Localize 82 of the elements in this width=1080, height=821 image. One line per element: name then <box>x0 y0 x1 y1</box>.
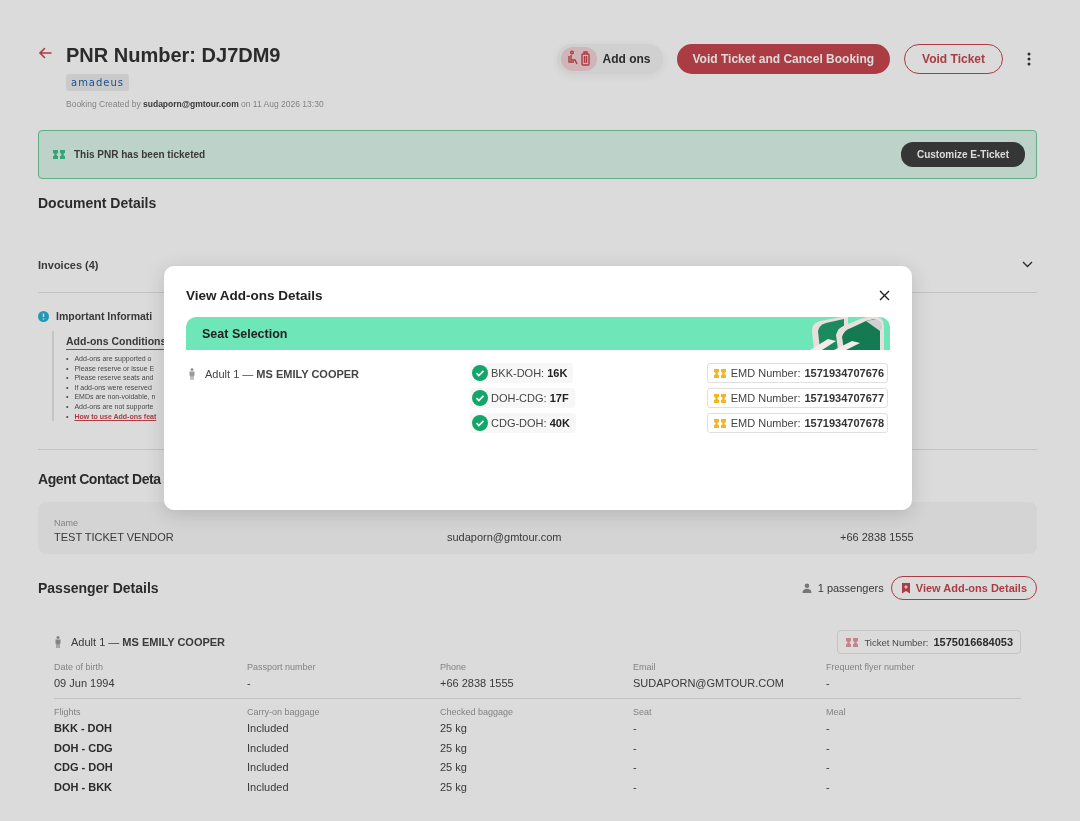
back-arrow-icon <box>38 47 52 59</box>
ticket-number: 1575016684053 <box>933 636 1013 648</box>
table-cell-text: Included <box>247 761 290 775</box>
ticket-icon <box>712 417 727 429</box>
table-cell-text: Included <box>247 741 290 756</box>
field-value: 09 Jun 1994 <box>54 677 116 689</box>
table-cell-text: CDG - DOH <box>54 761 114 775</box>
close-icon <box>879 290 890 301</box>
field-value: +66 2838 1555 <box>440 677 515 689</box>
column-header: Flights <box>54 707 82 717</box>
table-cell-text: 25 kg <box>440 741 468 756</box>
ticket-icon <box>845 636 860 648</box>
section-title: Passenger Details <box>38 580 159 596</box>
table-cell-text: - <box>826 741 831 756</box>
section-title: Agent Contact Deta <box>38 471 162 487</box>
person-icon <box>801 583 812 593</box>
add-ons-button[interactable]: Add ons <box>556 44 663 74</box>
info-icon <box>38 310 49 322</box>
field-label: Frequent flyer number <box>826 662 916 672</box>
emd-number: 1571934707677 <box>804 392 884 404</box>
table-cell-text: 25 kg <box>440 761 468 775</box>
person-icon <box>188 368 196 380</box>
field-label: Email <box>633 662 657 672</box>
ticket-icon <box>712 392 727 404</box>
void-ticket-cancel-button[interactable]: Void Ticket and Cancel Booking <box>676 44 891 74</box>
bookmark-icon <box>900 582 911 594</box>
section-title: Document Details <box>38 195 158 211</box>
emd-label: EMD Number: <box>730 367 801 379</box>
view-add-ons-button[interactable]: View Add-ons Details <box>890 576 1037 600</box>
field-value: - <box>247 677 252 689</box>
column-header: Meal <box>826 707 847 717</box>
column-header: Carry-on baggage <box>247 707 321 717</box>
section-title: Seat Selection <box>202 326 288 341</box>
passenger-name: Adult 1 — MS EMILY COOPER <box>205 368 360 380</box>
table-cell-text: 25 kg <box>440 780 468 795</box>
field-label: Date of birth <box>54 662 105 672</box>
table-cell-text: Included <box>247 722 290 736</box>
column-header: Seat <box>633 707 653 717</box>
field-value: - <box>826 677 831 689</box>
more-icon <box>1027 52 1031 66</box>
person-icon <box>54 636 62 648</box>
field-value: sudaporn@gmtour.com <box>447 531 563 543</box>
table-cell-text: - <box>633 722 638 736</box>
passenger-count: 1 passengers <box>817 582 884 594</box>
table-cell-text: - <box>826 780 831 795</box>
ticket-icon <box>712 367 727 379</box>
ticket-icon <box>52 149 66 160</box>
column-header: Checked baggage <box>440 707 515 717</box>
banner-message: This PNR has been ticketed <box>74 149 207 160</box>
seat-assignment: BKK-DOH: 16K <box>470 363 574 383</box>
field-value: SUDAPORN@GMTOUR.COM <box>633 677 785 689</box>
seat-assignment: CDG-DOH: 40K <box>470 413 576 433</box>
gds-logo: amadeus <box>66 74 130 91</box>
table-cell-text: - <box>633 741 638 756</box>
seat-assignment: DOH-CDG: 17F <box>470 388 575 408</box>
table-cell-text: - <box>633 761 638 775</box>
table-cell-text: 25 kg <box>440 722 468 736</box>
table-cell-text: - <box>633 780 638 795</box>
emd-label: EMD Number: <box>730 392 801 404</box>
emd-label: EMD Number: <box>730 417 801 429</box>
ticket-label: Ticket Number: <box>864 636 929 648</box>
seat-luggage-icon <box>560 47 597 71</box>
customize-e-ticket-button[interactable]: Customize E-Ticket <box>900 142 1025 167</box>
table-cell-text: BKK - DOH <box>54 722 114 736</box>
emd-number: 1571934707676 <box>804 367 884 379</box>
void-ticket-button[interactable]: Void Ticket <box>904 44 1003 74</box>
passenger-name: Adult 1 — MS EMILY COOPER <box>71 636 226 648</box>
table-cell-text: - <box>826 722 831 736</box>
table-cell-text: Included <box>247 780 290 795</box>
field-value: +66 2838 1555 <box>840 531 915 543</box>
table-cell-text: DOH - BKK <box>54 780 114 795</box>
table-cell-text: DOH - CDG <box>54 741 114 756</box>
field-label: Passport number <box>247 662 317 672</box>
page-title: PNR Number: DJ7DM9 <box>66 43 282 68</box>
field-label: Name <box>54 518 79 528</box>
field-value: TEST TICKET VENDOR <box>54 531 175 543</box>
booking-created-text: Booking Created by sudaporn@gmtour.com on 11 Aug 2026 13:30 <box>66 99 324 109</box>
info-title: Important Informati <box>56 310 153 322</box>
emd-number: 1571934707678 <box>804 417 884 429</box>
field-label: Phone <box>440 662 468 672</box>
table-cell-text: - <box>826 761 831 775</box>
dialog-title: View Add-ons Details <box>186 288 323 303</box>
